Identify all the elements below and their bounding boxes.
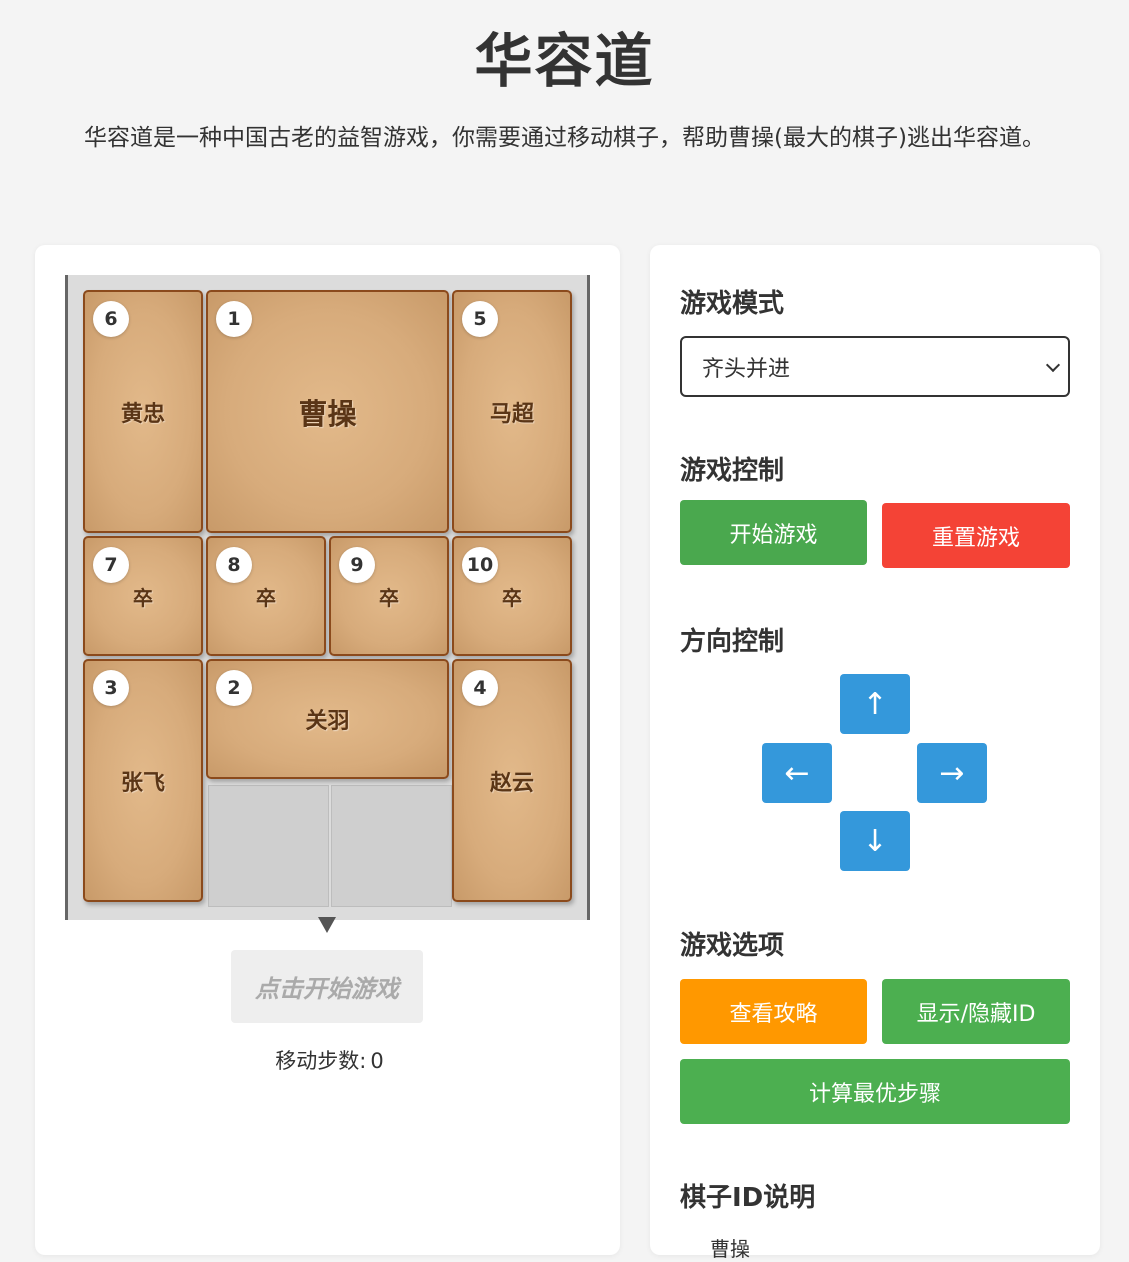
piece-label: 卒: [502, 585, 522, 610]
arrow-up-button[interactable]: ↑: [840, 674, 910, 734]
chevron-down-icon: [1045, 357, 1061, 373]
control-section-title: 游戏控制: [680, 456, 785, 486]
id-info-section-title: 棋子ID说明: [680, 1183, 816, 1213]
piece-id-badge: 4: [462, 670, 498, 706]
piece-soldier-10[interactable]: 10 卒: [452, 536, 572, 656]
move-count-value: 0: [370, 1049, 384, 1073]
mode-selected-value: 齐头并进: [702, 356, 791, 382]
arrow-left-button[interactable]: ←: [762, 743, 832, 803]
mode-select[interactable]: 齐头并进: [680, 336, 1070, 397]
direction-section-title: 方向控制: [680, 627, 785, 657]
piece-label: 张飞: [120, 770, 165, 796]
start-game-hint[interactable]: 点击开始游戏: [231, 950, 423, 1023]
piece-label: 卒: [379, 585, 399, 610]
piece-id-badge: 3: [93, 670, 129, 706]
piece-zhangfei[interactable]: 3 张飞: [83, 659, 203, 902]
empty-cell: [208, 785, 329, 907]
calculate-solution-button[interactable]: 计算最优步骤: [680, 1059, 1070, 1124]
piece-guanyu[interactable]: 2 关羽: [206, 659, 449, 779]
piece-id-badge: 7: [93, 547, 129, 583]
piece-id-badge: 9: [339, 547, 375, 583]
piece-huangzhong[interactable]: 6 黄忠: [83, 290, 203, 533]
toggle-id-button[interactable]: 显示/隐藏ID: [882, 979, 1070, 1044]
piece-label: 黄忠: [120, 401, 165, 427]
piece-id-badge: 6: [93, 301, 129, 337]
piece-soldier-8[interactable]: 8 卒: [206, 536, 326, 656]
move-count-label: 移动步数:: [275, 1049, 367, 1073]
piece-zhaoyun[interactable]: 4 赵云: [452, 659, 572, 902]
id-info-item: 曹操: [710, 1237, 750, 1261]
piece-soldier-7[interactable]: 7 卒: [83, 536, 203, 656]
piece-id-badge: 8: [216, 547, 252, 583]
piece-label: 卒: [133, 585, 153, 610]
piece-id-badge: 10: [462, 547, 498, 583]
control-panel: 游戏模式 齐头并进 游戏控制 开始游戏 重置游戏 方向控制 ↑ ← → ↓ 游戏…: [650, 245, 1100, 1261]
exit-arrow-icon: [318, 917, 336, 933]
page-subtitle: 华容道是一种中国古老的益智游戏，你需要通过移动棋子，帮助曹操(最大的棋子)逃出华…: [84, 125, 1045, 151]
piece-machao[interactable]: 5 马超: [452, 290, 572, 533]
piece-label: 卒: [256, 585, 276, 610]
piece-soldier-9[interactable]: 9 卒: [329, 536, 449, 656]
piece-label: 马超: [489, 401, 534, 427]
reset-game-button[interactable]: 重置游戏: [882, 503, 1070, 568]
piece-id-badge: 5: [462, 301, 498, 337]
options-section-title: 游戏选项: [680, 931, 785, 961]
start-game-button[interactable]: 开始游戏: [680, 500, 867, 565]
move-counter: 移动步数: 0: [35, 1045, 620, 1075]
board-panel: 6 黄忠 1 曹操 5 马超 7 卒 8 卒 9 卒 10 卒 3 张飞 2 关…: [35, 245, 620, 1255]
piece-label: 赵云: [489, 770, 534, 796]
piece-caocao[interactable]: 1 曹操: [206, 290, 449, 533]
empty-cell: [331, 785, 452, 907]
mode-section-title: 游戏模式: [680, 289, 785, 319]
page-title: 华容道: [474, 27, 655, 95]
piece-label: 关羽: [305, 709, 350, 734]
arrow-down-button[interactable]: ↓: [840, 811, 910, 871]
game-board: 6 黄忠 1 曹操 5 马超 7 卒 8 卒 9 卒 10 卒 3 张飞 2 关…: [65, 275, 590, 920]
piece-id-badge: 2: [216, 670, 252, 706]
view-guide-button[interactable]: 查看攻略: [680, 979, 867, 1044]
piece-label: 曹操: [298, 396, 357, 431]
arrow-right-button[interactable]: →: [917, 743, 987, 803]
piece-id-badge: 1: [216, 301, 252, 337]
